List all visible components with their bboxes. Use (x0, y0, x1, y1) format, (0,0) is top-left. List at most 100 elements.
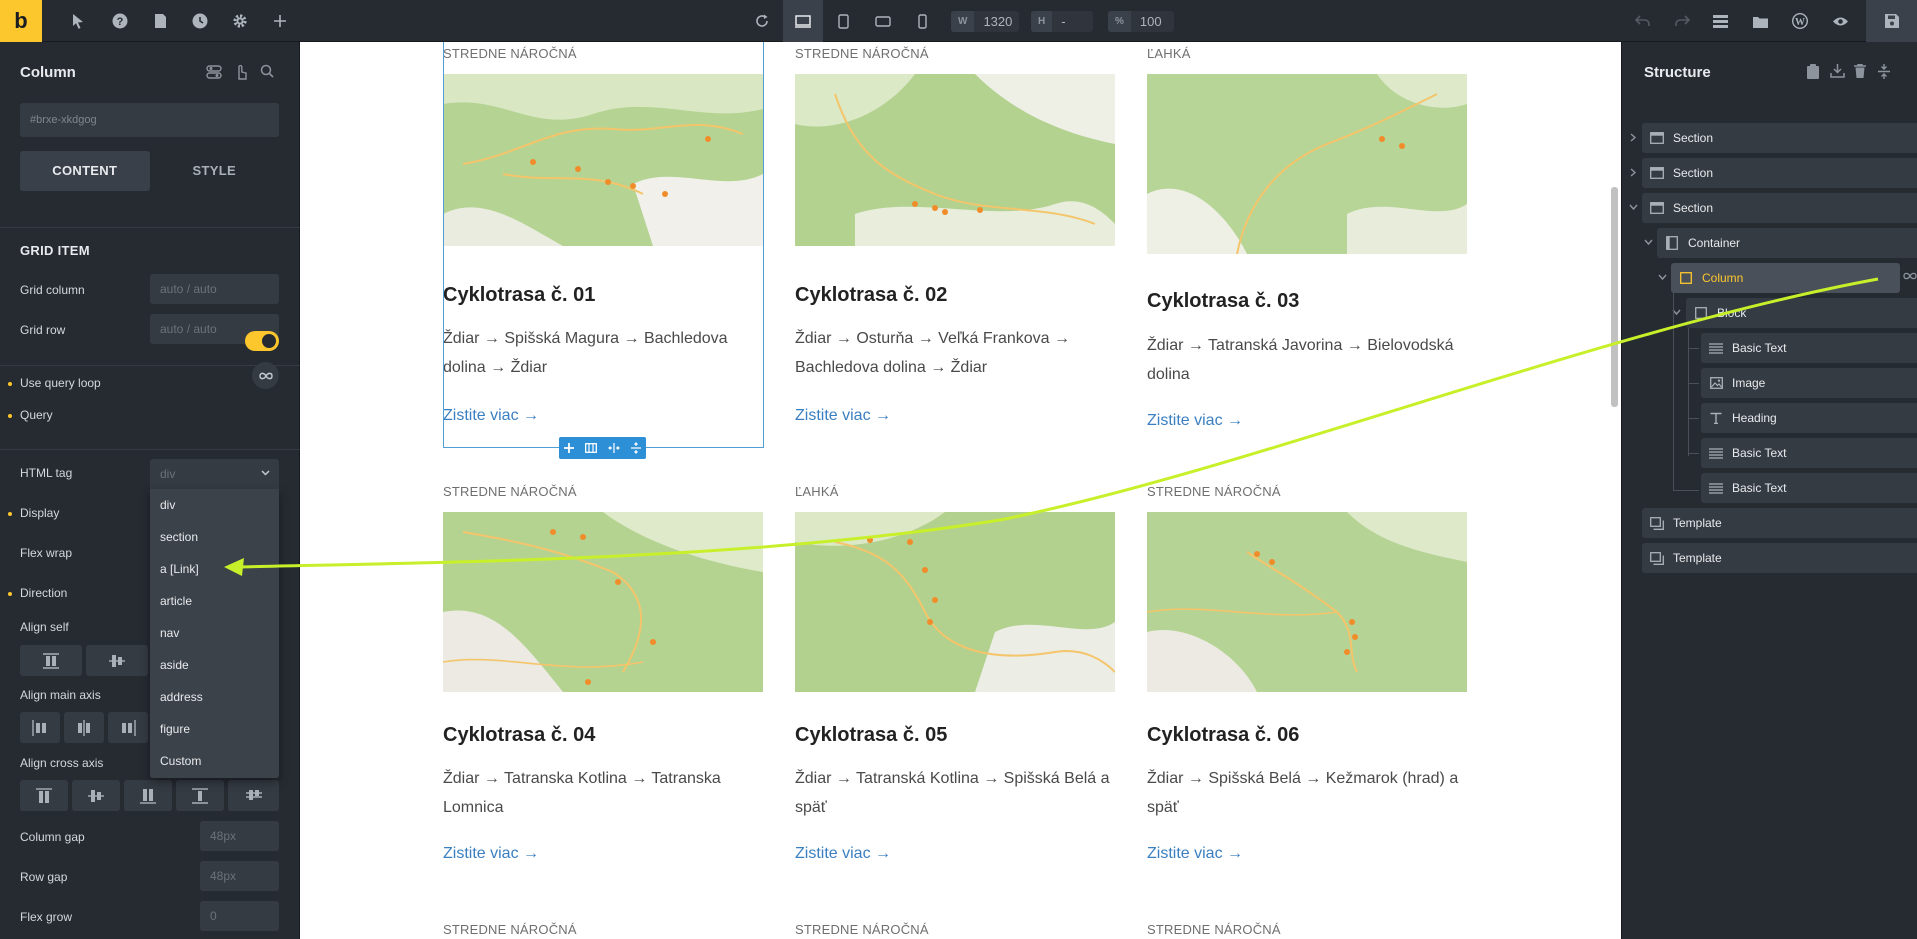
column-gap-input[interactable]: 48px (200, 821, 279, 851)
tab-style[interactable]: STYLE (150, 151, 280, 191)
justify-end-icon[interactable] (108, 712, 148, 743)
justify-start-icon[interactable] (20, 712, 60, 743)
route-card[interactable]: ĽAHKÁ Cyklotrasa č. 03 Ždiar → Tatranská… (1147, 46, 1467, 429)
structure-node-template[interactable]: Template (1642, 508, 1917, 538)
zoom-value[interactable]: 100 (1131, 14, 1171, 29)
tablet-portrait-icon[interactable] (825, 0, 861, 42)
resize-vertical-icon[interactable] (630, 442, 641, 454)
mobile-landscape-icon[interactable] (864, 0, 902, 42)
html-tag-option-div[interactable]: div (150, 489, 279, 521)
row-gap-input[interactable]: 48px (200, 861, 279, 891)
layers-menu-icon[interactable] (1704, 0, 1736, 42)
align-items-baseline-icon[interactable] (228, 780, 279, 811)
add-element-icon[interactable] (264, 0, 296, 42)
card-more-link[interactable]: Zistite viac → (1147, 845, 1243, 863)
html-tag-select[interactable]: div (150, 459, 279, 489)
search-icon[interactable] (260, 64, 274, 80)
builder-canvas[interactable]: STREDNE NÁROČNÁ Cyklotrasa č. 01 Ždiar →… (300, 42, 1621, 939)
align-items-start-icon[interactable] (20, 780, 68, 811)
collapse-all-icon[interactable] (1878, 64, 1890, 79)
card-more-link[interactable]: Zistite viac → (443, 845, 539, 863)
route-card[interactable]: STREDNE NÁROČNÁ Cyklotrasa č. 04 Ždiar →… (443, 484, 763, 862)
add-icon[interactable] (564, 443, 575, 453)
canvas-width-field[interactable]: W 1320 (951, 11, 1019, 32)
canvas-scrollbar[interactable] (1611, 187, 1618, 407)
query-loop-infinity-icon[interactable] (252, 362, 279, 389)
import-icon[interactable] (1830, 64, 1845, 78)
undo-icon[interactable] (1626, 0, 1658, 42)
redo-icon[interactable] (1666, 0, 1698, 42)
breakpoint-styles-icon[interactable] (206, 64, 222, 80)
preview-eye-icon[interactable] (1824, 0, 1856, 42)
settings-gear-icon[interactable] (224, 0, 256, 42)
chevron-right-icon[interactable] (1630, 133, 1637, 142)
card-more-link[interactable]: Zistite viac → (795, 407, 891, 425)
height-value[interactable]: - (1052, 14, 1074, 29)
columns-icon[interactable] (585, 443, 598, 453)
chevron-down-icon[interactable] (1644, 239, 1653, 246)
chevron-right-icon[interactable] (1630, 168, 1637, 177)
width-value[interactable]: 1320 (974, 14, 1021, 29)
chevron-down-icon[interactable] (1629, 204, 1638, 211)
align-self-stretch-icon[interactable] (20, 645, 82, 676)
structure-node-template[interactable]: Template (1642, 543, 1917, 573)
flex-grow-input[interactable]: 0 (200, 901, 279, 931)
canvas-zoom-field[interactable]: % 100 (1108, 11, 1174, 32)
grid-column-input[interactable]: auto / auto (150, 274, 279, 304)
card-route-text: Ždiar → Tatranská Kotlina → Spišská Belá… (795, 770, 1110, 816)
structure-node-block[interactable]: Block (1686, 298, 1917, 328)
help-icon[interactable]: ? (104, 0, 136, 42)
align-self-center-icon[interactable] (86, 645, 148, 676)
structure-node-container[interactable]: Container (1657, 228, 1917, 258)
section-icon (1650, 166, 1664, 180)
route-card[interactable]: STREDNE NÁROČNÁ Cyklotrasa č. 02 Ždiar →… (795, 46, 1115, 424)
html-tag-option-address[interactable]: address (150, 681, 279, 713)
structure-node-section[interactable]: Section (1642, 158, 1917, 188)
desktop-breakpoint-icon[interactable] (783, 0, 823, 42)
element-action-toolbar[interactable] (559, 437, 646, 459)
tab-content[interactable]: CONTENT (20, 151, 150, 191)
resize-horizontal-icon[interactable] (608, 443, 620, 453)
link-icon[interactable] (1903, 272, 1917, 280)
structure-node-column[interactable]: Column (1671, 263, 1900, 293)
structure-node-heading[interactable]: Heading (1701, 403, 1917, 433)
use-query-loop-toggle[interactable] (245, 331, 279, 351)
align-items-end-icon[interactable] (124, 780, 172, 811)
pages-icon[interactable] (144, 0, 176, 42)
hand-pointer-icon[interactable] (234, 64, 248, 80)
folder-icon[interactable] (1744, 0, 1776, 42)
card-more-link[interactable]: Zistite viac → (1147, 412, 1243, 430)
mobile-portrait-icon[interactable] (904, 0, 940, 42)
structure-node-image[interactable]: Image (1701, 368, 1917, 398)
html-tag-option-link[interactable]: a [Link] (150, 553, 279, 585)
html-tag-option-figure[interactable]: figure (150, 713, 279, 745)
align-items-stretch-icon[interactable] (176, 780, 224, 811)
align-items-center-icon[interactable] (72, 780, 120, 811)
structure-node-basic-text[interactable]: Basic Text (1701, 333, 1917, 363)
html-tag-option-article[interactable]: article (150, 585, 279, 617)
clipboard-icon[interactable] (1807, 64, 1819, 79)
html-tag-option-nav[interactable]: nav (150, 617, 279, 649)
route-card[interactable]: ĽAHKÁ Cyklotrasa č. 05 Ždiar → Tatranská… (795, 484, 1115, 862)
trash-icon[interactable] (1854, 64, 1866, 78)
html-tag-option-aside[interactable]: aside (150, 649, 279, 681)
canvas-height-field[interactable]: H - (1031, 11, 1093, 32)
html-tag-option-custom[interactable]: Custom (150, 745, 279, 777)
card-more-link[interactable]: Zistite viac → (795, 845, 891, 863)
history-icon[interactable] (184, 0, 216, 42)
route-card[interactable]: STREDNE NÁROČNÁ Cyklotrasa č. 06 Ždiar →… (1147, 484, 1467, 862)
structure-node-basic-text[interactable]: Basic Text (1701, 473, 1917, 503)
css-id-field[interactable]: #brxe-xkdgog (20, 103, 279, 137)
refresh-icon[interactable] (746, 0, 778, 42)
save-icon[interactable] (1866, 0, 1917, 42)
bricks-logo[interactable]: b (0, 0, 42, 42)
section-icon (1650, 201, 1664, 215)
justify-center-icon[interactable] (64, 712, 104, 743)
structure-node-section[interactable]: Section (1642, 193, 1917, 223)
chevron-down-icon[interactable] (1658, 274, 1667, 281)
structure-node-section[interactable]: Section (1642, 123, 1917, 153)
structure-node-basic-text[interactable]: Basic Text (1701, 438, 1917, 468)
wordpress-icon[interactable]: W (1784, 0, 1816, 42)
pointer-icon[interactable] (62, 0, 94, 42)
html-tag-option-section[interactable]: section (150, 521, 279, 553)
